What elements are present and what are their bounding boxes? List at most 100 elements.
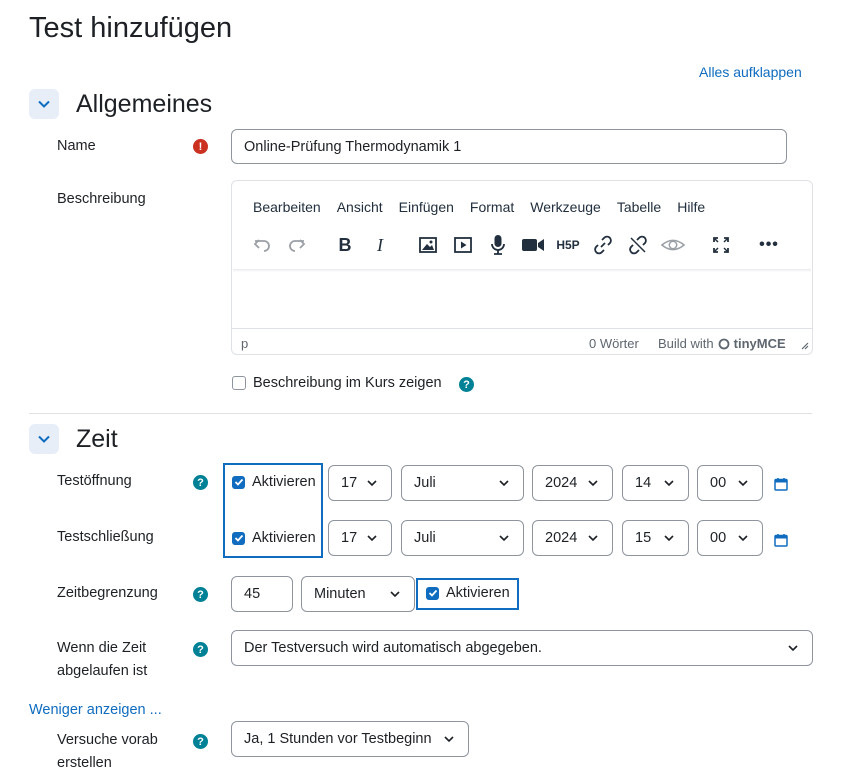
expand-all-link[interactable]: Alles aufklappen — [699, 64, 802, 80]
microphone-icon[interactable] — [486, 233, 510, 257]
open-hour-select[interactable]: 14 — [622, 465, 689, 501]
editor-branding[interactable]: Build with tinyMCE — [658, 336, 786, 351]
chevron-down-icon — [38, 100, 50, 108]
chevron-down-icon — [444, 736, 454, 743]
open-hour-value: 14 — [635, 475, 652, 491]
open-minute-value: 00 — [710, 475, 727, 491]
close-minute-select[interactable]: 00 — [697, 520, 763, 556]
calendar-icon[interactable] — [774, 477, 788, 491]
show-less-link[interactable]: Weniger anzeigen ... — [29, 702, 162, 718]
checkbox-checked-icon[interactable] — [232, 475, 245, 489]
preview-eye-icon[interactable] — [661, 233, 685, 257]
editor-menubar: Bearbeiten Ansicht Einfügen Format Werkz… — [253, 199, 705, 215]
open-year-select[interactable]: 2024 — [532, 465, 613, 501]
description-editor[interactable]: Bearbeiten Ansicht Einfügen Format Werkz… — [231, 180, 813, 355]
chevron-down-icon — [390, 591, 400, 598]
close-label: Testschließung — [57, 529, 154, 545]
show-description-label: Beschreibung im Kurs zeigen — [253, 375, 442, 391]
precreate-label-line-2: erstellen — [57, 755, 112, 771]
overdue-label-line-2: abgelaufen ist — [57, 663, 148, 679]
redo-icon[interactable] — [285, 233, 309, 257]
image-icon[interactable] — [416, 233, 440, 257]
open-enable-label: Aktivieren — [252, 474, 316, 490]
editor-path[interactable]: p — [241, 336, 248, 351]
menu-edit[interactable]: Bearbeiten — [253, 199, 321, 215]
close-enable-label: Aktivieren — [252, 530, 316, 546]
precreate-value: Ja, 1 Stunden vor Testbeginn — [244, 731, 432, 747]
menu-table[interactable]: Tabelle — [617, 199, 661, 215]
checkbox-checked-icon[interactable] — [232, 531, 245, 545]
menu-insert[interactable]: Einfügen — [399, 199, 454, 215]
close-hour-select[interactable]: 15 — [622, 520, 689, 556]
menu-format[interactable]: Format — [470, 199, 514, 215]
editor-word-count[interactable]: 0 Wörter — [589, 336, 639, 351]
chevron-down-icon — [738, 535, 748, 542]
section-collapse-toggle-general[interactable] — [29, 89, 59, 119]
h5p-icon[interactable]: H5P — [556, 233, 580, 257]
overdue-label: Wenn die Zeit abgelaufen ist — [57, 637, 147, 683]
help-icon[interactable]: ? — [193, 587, 208, 602]
help-icon[interactable]: ? — [459, 377, 474, 392]
undo-icon[interactable] — [250, 233, 274, 257]
chevron-down-icon — [38, 435, 50, 443]
checkbox-checked-icon[interactable] — [426, 586, 439, 600]
limit-label: Zeitbegrenzung — [57, 585, 158, 601]
limit-enable-checkbox[interactable]: Aktivieren — [426, 585, 510, 601]
more-icon[interactable]: ••• — [757, 233, 781, 257]
overdue-select[interactable]: Der Testversuch wird automatisch abgegeb… — [231, 630, 813, 666]
close-day-select[interactable]: 17 — [328, 520, 392, 556]
open-day-value: 17 — [341, 475, 358, 491]
chevron-down-icon — [664, 535, 674, 542]
help-icon[interactable]: ? — [193, 734, 208, 749]
chevron-down-icon — [664, 480, 674, 487]
open-label: Testöffnung — [57, 473, 132, 489]
limit-unit-select[interactable]: Minuten — [301, 576, 415, 612]
tinymce-logo-icon — [718, 338, 730, 349]
close-month-select[interactable]: Juli — [401, 520, 524, 556]
chevron-down-icon — [367, 480, 377, 487]
name-input[interactable]: Online-Prüfung Thermodynamik 1 — [231, 129, 787, 164]
close-year-select[interactable]: 2024 — [532, 520, 613, 556]
description-label: Beschreibung — [57, 191, 146, 207]
open-month-value: Juli — [414, 475, 436, 491]
help-icon[interactable]: ? — [193, 475, 208, 490]
menu-help[interactable]: Hilfe — [677, 199, 705, 215]
checkbox-unchecked[interactable] — [232, 376, 246, 390]
limit-enable-label: Aktivieren — [446, 585, 510, 601]
close-month-value: Juli — [414, 530, 436, 546]
fullscreen-icon[interactable] — [709, 233, 733, 257]
limit-input[interactable]: 45 — [231, 576, 293, 612]
menu-view[interactable]: Ansicht — [337, 199, 383, 215]
precreate-label-line-1: Versuche vorab — [57, 732, 158, 748]
open-enable-checkbox[interactable]: Aktivieren — [232, 474, 316, 490]
bold-icon[interactable]: B — [333, 233, 357, 257]
italic-icon[interactable]: I — [368, 233, 392, 257]
chevron-down-icon — [499, 535, 509, 542]
video-camera-icon[interactable] — [521, 233, 545, 257]
open-minute-select[interactable]: 00 — [697, 465, 763, 501]
help-icon[interactable]: ? — [193, 642, 208, 657]
tinymce-brand: tinyMCE — [733, 336, 786, 351]
section-title-timing: Zeit — [76, 425, 118, 453]
chevron-down-icon — [588, 535, 598, 542]
unlink-icon[interactable] — [626, 233, 650, 257]
limit-unit-value: Minuten — [314, 586, 366, 602]
close-hour-value: 15 — [635, 530, 652, 546]
link-icon[interactable] — [591, 233, 615, 257]
open-month-select[interactable]: Juli — [401, 465, 524, 501]
resize-handle-icon[interactable] — [799, 340, 809, 350]
menu-tools[interactable]: Werkzeuge — [530, 199, 601, 215]
editor-content-area[interactable] — [233, 272, 811, 328]
section-collapse-toggle-timing[interactable] — [29, 424, 59, 454]
name-label: Name — [57, 138, 96, 154]
show-description-checkbox[interactable]: Beschreibung im Kurs zeigen — [232, 375, 442, 391]
precreate-select[interactable]: Ja, 1 Stunden vor Testbeginn — [231, 721, 469, 757]
calendar-icon[interactable] — [774, 533, 788, 547]
close-minute-value: 00 — [710, 530, 727, 546]
media-icon[interactable] — [451, 233, 475, 257]
name-input-value: Online-Prüfung Thermodynamik 1 — [244, 138, 462, 155]
chevron-down-icon — [367, 535, 377, 542]
open-day-select[interactable]: 17 — [328, 465, 392, 501]
close-enable-checkbox[interactable]: Aktivieren — [232, 530, 316, 546]
section-title-general: Allgemeines — [76, 90, 213, 118]
